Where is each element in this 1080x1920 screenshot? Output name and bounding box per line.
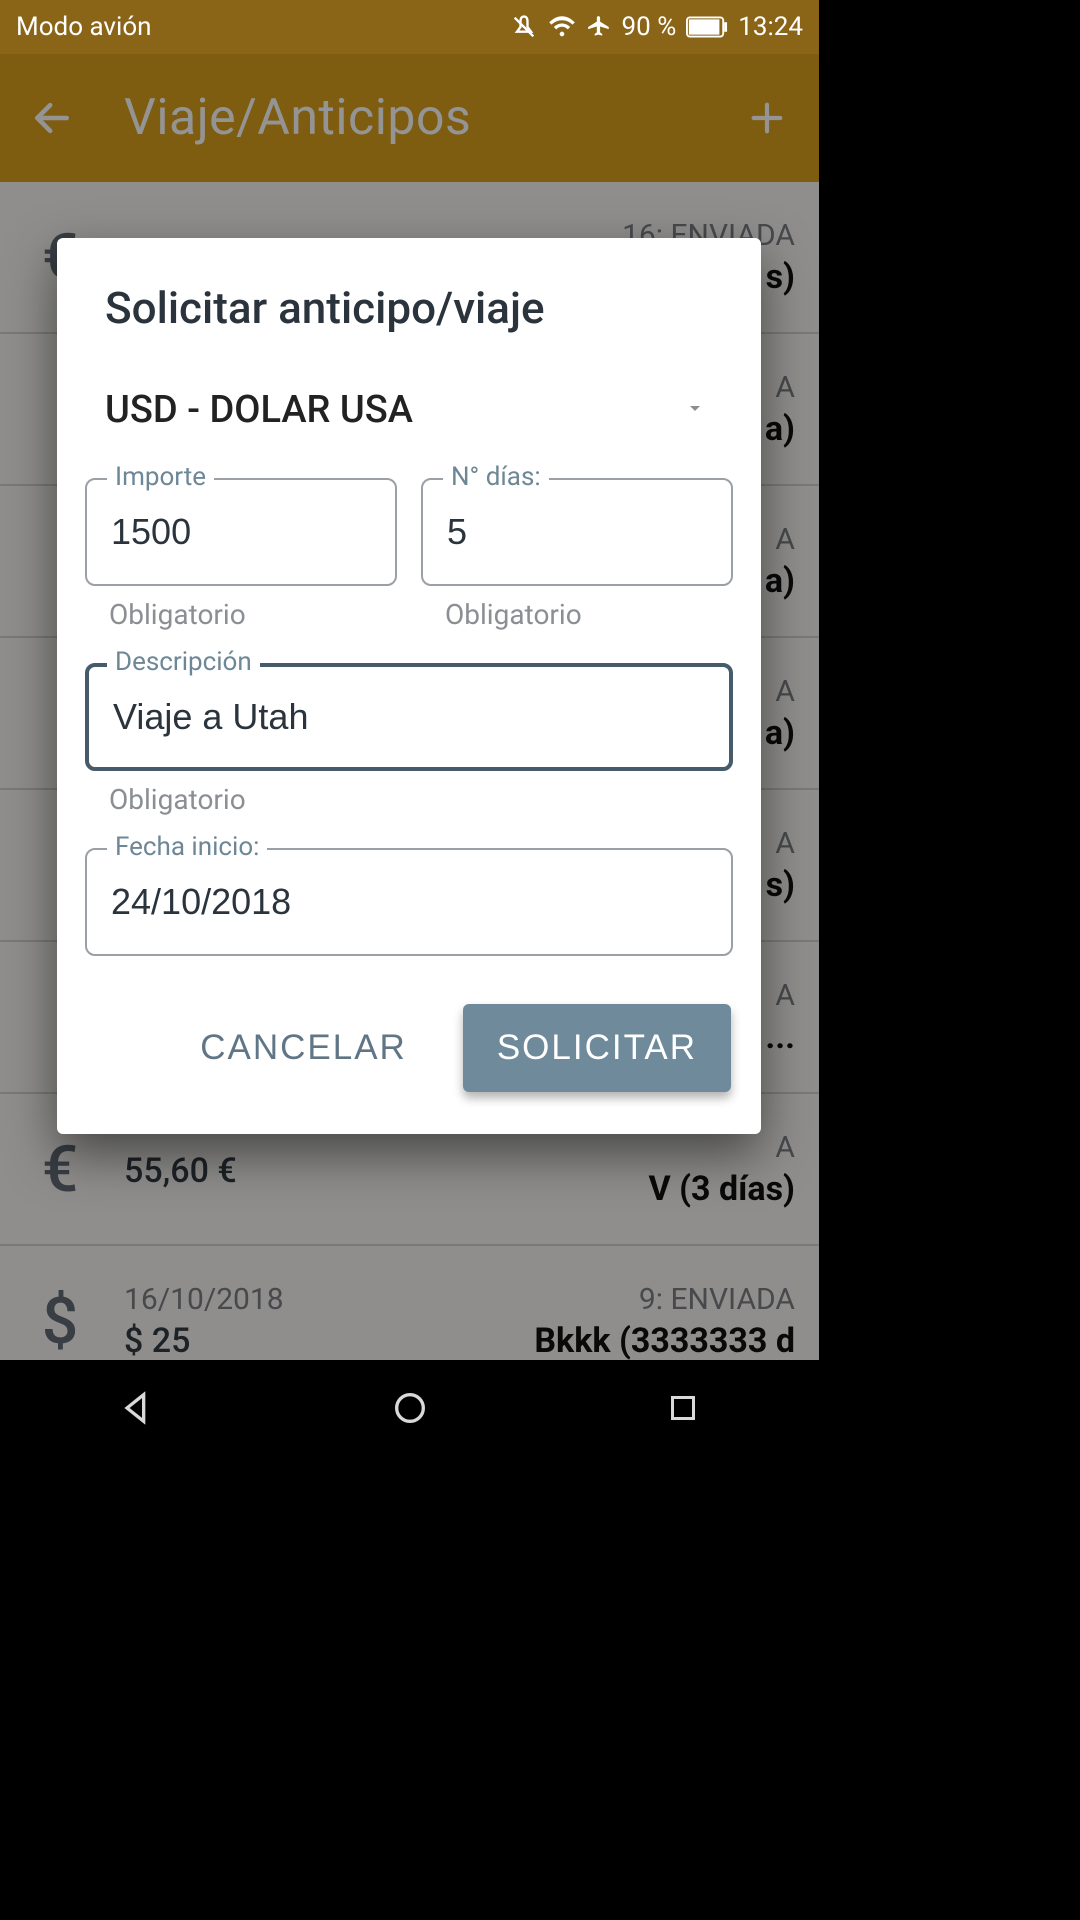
dias-field-wrapper: N° días: Obligatorio	[421, 478, 733, 631]
currency-dropdown[interactable]: USD - DOLAR USA	[85, 370, 733, 460]
dias-label: N° días:	[443, 462, 549, 492]
dias-helper: Obligatorio	[445, 598, 733, 631]
nav-home-button[interactable]	[382, 1380, 438, 1436]
importe-input[interactable]	[111, 511, 371, 553]
request-advance-dialog: Solicitar anticipo/viaje USD - DOLAR USA…	[57, 238, 761, 1134]
importe-helper: Obligatorio	[109, 598, 397, 631]
dialog-title: Solicitar anticipo/viaje	[85, 282, 733, 334]
status-battery-pct: 90 %	[622, 12, 677, 42]
status-time: 13:24	[738, 12, 803, 42]
descripcion-input[interactable]	[113, 696, 705, 738]
chevron-down-icon	[683, 396, 707, 424]
airplane-icon	[586, 14, 612, 40]
descripcion-helper: Obligatorio	[109, 783, 733, 816]
nav-back-button[interactable]	[109, 1380, 165, 1436]
fecha-field-wrapper: Fecha inicio:	[85, 848, 733, 956]
descripcion-field-wrapper: Descripción Obligatorio	[85, 663, 733, 816]
battery-icon	[686, 16, 728, 38]
importe-field-wrapper: Importe Obligatorio	[85, 478, 397, 631]
status-bar: Modo avión 90 % 13:24	[0, 0, 819, 54]
fecha-input[interactable]	[111, 881, 707, 923]
submit-button[interactable]: SOLICITAR	[463, 1004, 731, 1092]
mute-icon	[510, 13, 538, 41]
importe-label: Importe	[107, 462, 214, 492]
status-airplane-label: Modo avión	[16, 12, 152, 42]
descripcion-label: Descripción	[107, 647, 260, 677]
android-nav-bar	[0, 1360, 819, 1456]
status-right: 90 % 13:24	[510, 12, 803, 42]
wifi-icon	[548, 13, 576, 41]
cancel-button[interactable]: CANCELAR	[180, 1004, 427, 1092]
dias-input[interactable]	[447, 511, 707, 553]
nav-recent-button[interactable]	[655, 1380, 711, 1436]
currency-value: USD - DOLAR USA	[105, 388, 413, 432]
fecha-label: Fecha inicio:	[107, 832, 267, 862]
